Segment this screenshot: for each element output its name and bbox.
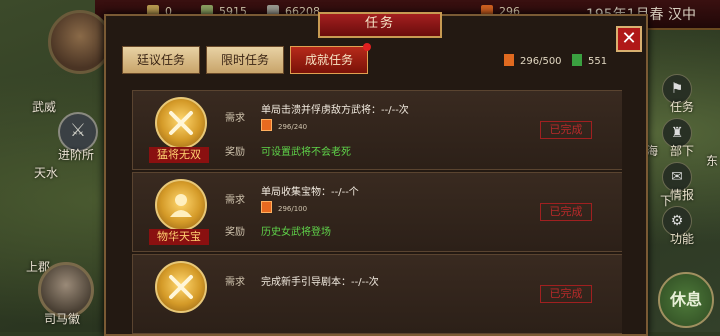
reward-label: 奖励	[225, 147, 245, 158]
task-name: 物华天宝	[149, 229, 209, 245]
task-card: 需求 完成新手引导剧本：--/--次 已完成	[132, 254, 622, 334]
rest-button[interactable]: 休息	[658, 272, 714, 328]
menu-functions[interactable]: ⚙ 功能	[662, 206, 720, 250]
gem-counter: 551	[572, 54, 607, 67]
task-reward: 可设置武将不会老死	[261, 147, 351, 158]
task-card: 猛将无双 需求 单局击溃并俘虏敌方武将：--/--次 296/240 奖励 可设…	[132, 90, 622, 170]
completed-stamp: 已完成	[540, 121, 592, 139]
tab-court-tasks[interactable]: 廷议任务	[122, 46, 200, 74]
city-label-wuwei[interactable]: 武威	[32, 98, 56, 115]
task-reward: 历史女武将登场	[261, 227, 331, 238]
menu-tasks[interactable]: ⚑ 任务	[662, 74, 720, 118]
tab-achievement-tasks[interactable]: 成就任务	[290, 43, 371, 74]
task-dialog: 任务 ✕ 廷议任务 限时任务 成就任务 296/500 551 猛将无双 需求 …	[104, 12, 648, 336]
task-list[interactable]: 猛将无双 需求 单局击溃并俘虏敌方武将：--/--次 296/240 奖励 可设…	[132, 86, 622, 334]
swords-icon	[155, 97, 207, 149]
dialog-title: 任务	[318, 12, 442, 38]
completed-stamp: 已完成	[540, 203, 592, 221]
task-card: 物华天宝 需求 单局收集宝物：--/--个 296/100 奖励 历史女武将登场…	[132, 172, 622, 252]
advisor-name: 司马徽	[44, 312, 81, 326]
task-requirement: 单局击溃并俘虏敌方武将：--/--次	[261, 105, 409, 116]
task-name: 猛将无双	[149, 147, 209, 163]
book-icon	[261, 201, 272, 213]
requirement-label: 需求	[225, 113, 245, 124]
requirement-label: 需求	[225, 277, 245, 288]
task-progress: 296/240	[261, 119, 307, 131]
book-icon	[261, 119, 272, 131]
task-progress: 296/100	[261, 201, 307, 213]
swords-icon	[155, 261, 207, 313]
notification-dot	[363, 43, 371, 51]
task-requirement: 完成新手引导剧本：--/--次	[261, 277, 379, 288]
tab-timed-tasks[interactable]: 限时任务	[206, 46, 284, 74]
completed-stamp: 已完成	[540, 285, 592, 303]
gem-icon	[572, 54, 582, 66]
requirement-label: 需求	[225, 195, 245, 206]
task-requirement: 单局收集宝物：--/--个	[261, 187, 359, 198]
reward-label: 奖励	[225, 227, 245, 238]
token-counter: 296/500	[504, 54, 562, 67]
city-label-tianshui[interactable]: 天水	[34, 164, 58, 181]
map-label-dong: 东	[706, 154, 719, 168]
close-button[interactable]: ✕	[616, 26, 642, 52]
map-label-xia: 下	[660, 194, 673, 208]
token-icon	[504, 54, 514, 66]
player-avatar[interactable]	[48, 10, 112, 74]
advance-label[interactable]: 进阶所	[58, 146, 94, 163]
bust-icon	[155, 179, 207, 231]
